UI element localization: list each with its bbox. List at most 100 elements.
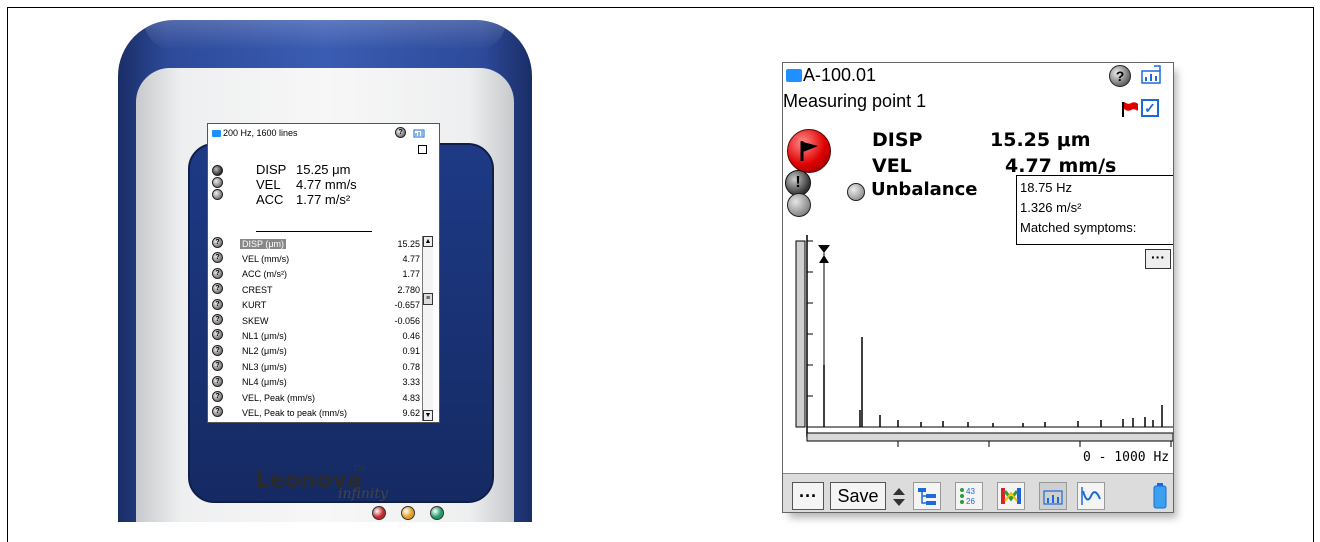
- device-scrollbar[interactable]: ▲ ≡ ▼: [422, 236, 433, 421]
- bottom-toolbar: ··· Save 43 26: [783, 473, 1173, 512]
- device-list-item-name: NL3 (μm/s): [242, 361, 287, 372]
- scroll-down-icon[interactable]: ▼: [423, 410, 433, 421]
- device-reading-row: ACC 1.77 m/s²: [256, 192, 357, 207]
- device-list-item[interactable]: ? KURT -0.657: [208, 298, 439, 313]
- unknown-status-icon: ?: [212, 406, 223, 418]
- device-list-item[interactable]: ? DISP (μm) 15.25: [208, 236, 439, 251]
- scroll-up-icon[interactable]: ▲: [423, 236, 433, 247]
- unknown-status-icon: ?: [212, 267, 223, 279]
- folder-icon: [786, 69, 802, 82]
- tooltip-matched-symptoms: Matched symptoms:: [1020, 220, 1137, 235]
- device-parameter-list: ? DISP (μm) 15.25? VEL (mm/s) 4.77? ACC (m/s²…: [208, 236, 439, 421]
- unknown-status-icon: ?: [212, 329, 223, 341]
- red-led: [372, 506, 386, 520]
- frequency-range: 0 - 1000 Hz: [1083, 450, 1170, 465]
- disp-label: DISP: [872, 129, 923, 151]
- numeric-view-icon[interactable]: 43 26: [955, 482, 983, 510]
- unknown-status-icon: ?: [212, 313, 223, 325]
- device-list-item-name: VEL (mm/s): [242, 254, 290, 265]
- symptom-status-icon: [847, 183, 865, 201]
- device-status-dots: [212, 165, 223, 200]
- more-button[interactable]: ···: [792, 482, 824, 510]
- spectrum-icon[interactable]: [1039, 482, 1067, 510]
- color-map-icon[interactable]: [997, 482, 1025, 510]
- tree-view-icon[interactable]: [913, 482, 941, 510]
- alarm-flag-icon: [787, 129, 831, 173]
- unknown-status-icon: ?: [212, 390, 223, 402]
- unknown-status-icon: ?: [212, 237, 223, 248]
- neutral-status-icon: [787, 193, 811, 217]
- x-axis-ticks: [897, 441, 1172, 447]
- unknown-status-icon: ?: [212, 252, 223, 264]
- device-list-item-name: NL1 (μm/s): [242, 331, 287, 342]
- device-list-item[interactable]: ? NL3 (μm/s) 0.78: [208, 359, 439, 374]
- device-list-item[interactable]: ? SKEW -0.056: [208, 313, 439, 328]
- up-down-icon[interactable]: [892, 487, 906, 507]
- device-list-item-value: 9.62: [402, 407, 420, 418]
- battery-icon: [1153, 483, 1167, 509]
- device-list-item[interactable]: ? ACC (m/s²) 1.77: [208, 267, 439, 282]
- point-title[interactable]: A-100.01: [803, 65, 876, 86]
- help-icon[interactable]: ?: [395, 127, 406, 138]
- checkbox-icon[interactable]: [418, 145, 427, 154]
- device-list-item[interactable]: ? NL4 (μm/s) 3.33: [208, 375, 439, 390]
- device-list-item-name: VEL, Peak (mm/s): [242, 392, 316, 403]
- device-reading-row: VEL 4.77 mm/s: [256, 177, 357, 192]
- scroll-thumb[interactable]: ≡: [423, 293, 433, 305]
- device-reading-row: DISP 15.25 μm: [256, 162, 357, 177]
- device-list-item-value: -0.657: [394, 300, 420, 311]
- export-icon[interactable]: [413, 127, 425, 138]
- point-subtitle: Measuring point 1: [783, 91, 927, 111]
- device-list-item[interactable]: ? VEL, Peak to peak (mm/s) 9.62: [208, 405, 439, 420]
- device-list-item[interactable]: ? NL2 (μm/s) 0.91: [208, 344, 439, 359]
- tooltip-more-button[interactable]: ···: [1145, 249, 1171, 269]
- reading-value: 4.77 mm/s: [296, 177, 357, 192]
- device-list-item[interactable]: ? CREST 2.780: [208, 282, 439, 297]
- neutral-status-icon: [212, 189, 223, 200]
- divider: [256, 231, 372, 232]
- device-list-item-name: NL4 (μm/s): [242, 377, 287, 388]
- yellow-led: [401, 506, 415, 520]
- device-brand-tm: TM: [353, 464, 365, 473]
- reading-label: VEL: [256, 177, 281, 192]
- spectrum-peaks: [823, 337, 1163, 427]
- device-list-item[interactable]: ? VEL, Peak (mm/s) 4.83: [208, 390, 439, 405]
- svg-text:26: 26: [966, 497, 975, 506]
- device-list-item-name: ACC (m/s²): [242, 269, 287, 280]
- unknown-status-icon: ?: [212, 283, 223, 295]
- device-gloss: [144, 20, 506, 50]
- device-screen: 200 Hz, 1600 lines ? DISP 15.25 μm VEL 4.7…: [207, 123, 440, 423]
- vel-label: VEL: [872, 155, 912, 177]
- green-led: [430, 506, 444, 520]
- device-readings: DISP 15.25 μm VEL 4.77 mm/s ACC 1.77 m/s²: [256, 162, 357, 207]
- device-list-item-name: SKEW: [242, 315, 269, 326]
- device-list-item-name: CREST: [242, 284, 273, 295]
- device-list-item-value: 1.77: [402, 269, 420, 280]
- waveform-icon[interactable]: [1077, 482, 1105, 510]
- y-axis-ticks: [807, 240, 813, 397]
- red-flag-icon[interactable]: [1121, 101, 1139, 117]
- unknown-status-icon: ?: [212, 344, 223, 356]
- device-list-item-value: 0.91: [402, 346, 420, 357]
- device-list-item-name: DISP (μm): [240, 238, 287, 249]
- help-icon[interactable]: ?: [1109, 65, 1131, 87]
- export-icon[interactable]: [1140, 65, 1162, 85]
- vel-value: 4.77 mm/s: [1005, 155, 1117, 177]
- device-list-item[interactable]: ? NL1 (μm/s) 0.46: [208, 328, 439, 343]
- reading-value: 15.25 μm: [296, 162, 351, 177]
- device-list-item-name: VEL, Peak to peak (mm/s): [242, 407, 348, 418]
- flag-status-icon: [212, 165, 223, 176]
- unknown-status-icon: ?: [212, 298, 223, 310]
- symptom-label[interactable]: Unbalance: [871, 179, 977, 200]
- svg-text:43: 43: [966, 487, 975, 496]
- checkbox-icon[interactable]: ✓: [1141, 99, 1159, 117]
- tooltip-amplitude: 1.326 m/s²: [1020, 200, 1082, 215]
- save-button[interactable]: Save: [830, 482, 886, 510]
- device-list-item-value: 4.77: [402, 254, 420, 265]
- frequency-scroll-bar[interactable]: [806, 432, 1173, 442]
- spectrum-chart[interactable]: [783, 235, 1174, 475]
- device-folder-title[interactable]: 200 Hz, 1600 lines: [212, 128, 298, 138]
- device-list-item-value: 3.33: [402, 377, 420, 388]
- cursor-tooltip: 18.75 Hz 1.326 m/s² Matched symptoms:: [1016, 175, 1173, 245]
- device-list-item[interactable]: ? VEL (mm/s) 4.77: [208, 251, 439, 266]
